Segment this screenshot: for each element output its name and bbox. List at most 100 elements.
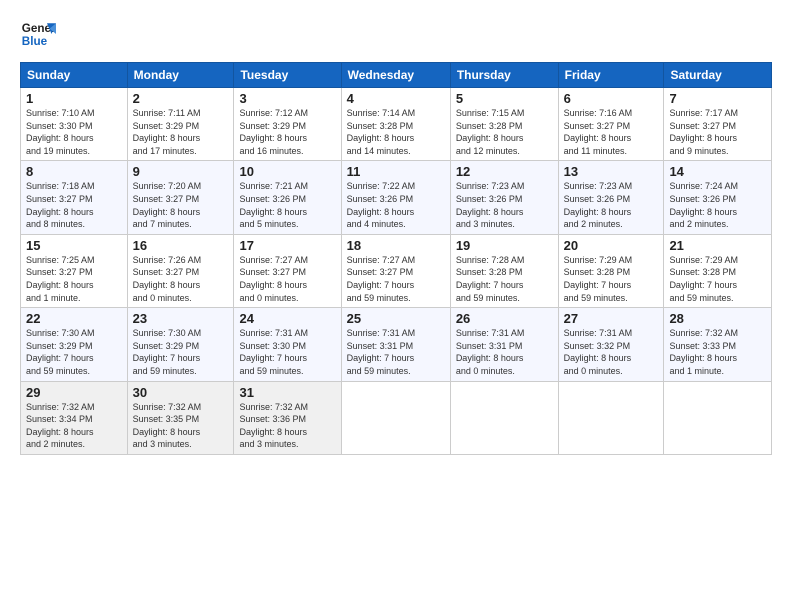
day-number: 5 (456, 91, 553, 106)
day-number: 3 (239, 91, 335, 106)
calendar-cell: 9 Sunrise: 7:20 AMSunset: 3:27 PMDaylight… (127, 161, 234, 234)
cell-info: Sunrise: 7:32 AMSunset: 3:34 PMDaylight:… (26, 402, 95, 450)
cell-info: Sunrise: 7:14 AMSunset: 3:28 PMDaylight:… (347, 108, 416, 156)
calendar-week-1: 1Sunrise: 7:10 AMSunset: 3:30 PMDaylight… (21, 88, 772, 161)
cell-info: Sunrise: 7:27 AMSunset: 3:27 PMDaylight:… (347, 255, 416, 303)
calendar-cell: 18 Sunrise: 7:27 AMSunset: 3:27 PMDayligh… (341, 234, 450, 307)
day-number: 19 (456, 238, 553, 253)
day-number: 21 (669, 238, 766, 253)
calendar-cell (341, 381, 450, 454)
day-number: 13 (564, 164, 659, 179)
day-number: 28 (669, 311, 766, 326)
day-number: 4 (347, 91, 445, 106)
day-number: 26 (456, 311, 553, 326)
day-number: 30 (133, 385, 229, 400)
svg-text:Blue: Blue (22, 35, 48, 48)
calendar-cell: 24Sunrise: 7:31 AMSunset: 3:30 PMDayligh… (234, 308, 341, 381)
calendar-cell (664, 381, 772, 454)
calendar-cell: 2 Sunrise: 7:11 AMSunset: 3:29 PMDaylight… (127, 88, 234, 161)
cell-info: Sunrise: 7:27 AMSunset: 3:27 PMDaylight:… (239, 255, 308, 303)
calendar-week-2: 8 Sunrise: 7:18 AMSunset: 3:27 PMDaylight… (21, 161, 772, 234)
day-number: 31 (239, 385, 335, 400)
calendar-cell: 31 Sunrise: 7:32 AMSunset: 3:36 PMDayligh… (234, 381, 341, 454)
cell-info: Sunrise: 7:23 AMSunset: 3:26 PMDaylight:… (564, 181, 633, 229)
day-number: 7 (669, 91, 766, 106)
cell-info: Sunrise: 7:31 AMSunset: 3:30 PMDaylight:… (239, 328, 308, 376)
cell-info: Sunrise: 7:17 AMSunset: 3:27 PMDaylight:… (669, 108, 738, 156)
day-number: 6 (564, 91, 659, 106)
cell-info: Sunrise: 7:24 AMSunset: 3:26 PMDaylight:… (669, 181, 738, 229)
cell-info: Sunrise: 7:16 AMSunset: 3:27 PMDaylight:… (564, 108, 633, 156)
calendar-cell: 15Sunrise: 7:25 AMSunset: 3:27 PMDayligh… (21, 234, 128, 307)
cell-info: Sunrise: 7:26 AMSunset: 3:27 PMDaylight:… (133, 255, 202, 303)
day-number: 20 (564, 238, 659, 253)
calendar-cell: 20 Sunrise: 7:29 AMSunset: 3:28 PMDayligh… (558, 234, 664, 307)
calendar-cell: 10 Sunrise: 7:21 AMSunset: 3:26 PMDayligh… (234, 161, 341, 234)
calendar-cell: 4 Sunrise: 7:14 AMSunset: 3:28 PMDaylight… (341, 88, 450, 161)
col-sunday: Sunday (21, 63, 128, 88)
calendar-cell: 25 Sunrise: 7:31 AMSunset: 3:31 PMDayligh… (341, 308, 450, 381)
calendar-cell: 27Sunrise: 7:31 AMSunset: 3:32 PMDayligh… (558, 308, 664, 381)
cell-info: Sunrise: 7:29 AMSunset: 3:28 PMDaylight:… (564, 255, 633, 303)
calendar-cell: 11 Sunrise: 7:22 AMSunset: 3:26 PMDayligh… (341, 161, 450, 234)
day-number: 10 (239, 164, 335, 179)
day-number: 2 (133, 91, 229, 106)
calendar-cell (450, 381, 558, 454)
cell-info: Sunrise: 7:30 AMSunset: 3:29 PMDaylight:… (133, 328, 202, 376)
cell-info: Sunrise: 7:32 AMSunset: 3:33 PMDaylight:… (669, 328, 738, 376)
cell-info: Sunrise: 7:29 AMSunset: 3:28 PMDaylight:… (669, 255, 738, 303)
calendar-week-4: 22 Sunrise: 7:30 AMSunset: 3:29 PMDayligh… (21, 308, 772, 381)
cell-info: Sunrise: 7:31 AMSunset: 3:31 PMDaylight:… (347, 328, 416, 376)
calendar-cell: 21 Sunrise: 7:29 AMSunset: 3:28 PMDayligh… (664, 234, 772, 307)
calendar-cell: 30 Sunrise: 7:32 AMSunset: 3:35 PMDayligh… (127, 381, 234, 454)
col-wednesday: Wednesday (341, 63, 450, 88)
calendar-header-row: Sunday Monday Tuesday Wednesday Thursday… (21, 63, 772, 88)
col-tuesday: Tuesday (234, 63, 341, 88)
cell-info: Sunrise: 7:15 AMSunset: 3:28 PMDaylight:… (456, 108, 525, 156)
logo-icon: General Blue (20, 16, 56, 52)
calendar-cell: 1Sunrise: 7:10 AMSunset: 3:30 PMDaylight… (21, 88, 128, 161)
calendar-cell: 3Sunrise: 7:12 AMSunset: 3:29 PMDaylight… (234, 88, 341, 161)
logo: General Blue (20, 16, 56, 52)
col-friday: Friday (558, 63, 664, 88)
calendar-cell: 14 Sunrise: 7:24 AMSunset: 3:26 PMDayligh… (664, 161, 772, 234)
cell-info: Sunrise: 7:23 AMSunset: 3:26 PMDaylight:… (456, 181, 525, 229)
calendar-cell: 22Sunrise: 7:30 AMSunset: 3:29 PMDayligh… (21, 308, 128, 381)
col-thursday: Thursday (450, 63, 558, 88)
calendar-cell: 7 Sunrise: 7:17 AMSunset: 3:27 PMDaylight… (664, 88, 772, 161)
cell-info: Sunrise: 7:32 AMSunset: 3:35 PMDaylight:… (133, 402, 202, 450)
cell-info: Sunrise: 7:31 AMSunset: 3:31 PMDaylight:… (456, 328, 525, 376)
cell-info: Sunrise: 7:18 AMSunset: 3:27 PMDaylight:… (26, 181, 95, 229)
cell-info: Sunrise: 7:11 AMSunset: 3:29 PMDaylight:… (133, 108, 201, 156)
day-number: 25 (347, 311, 445, 326)
cell-info: Sunrise: 7:32 AMSunset: 3:36 PMDaylight:… (239, 402, 308, 450)
calendar: Sunday Monday Tuesday Wednesday Thursday… (20, 62, 772, 455)
cell-info: Sunrise: 7:22 AMSunset: 3:26 PMDaylight:… (347, 181, 416, 229)
calendar-cell: 28 Sunrise: 7:32 AMSunset: 3:33 PMDayligh… (664, 308, 772, 381)
day-number: 12 (456, 164, 553, 179)
cell-info: Sunrise: 7:31 AMSunset: 3:32 PMDaylight:… (564, 328, 633, 376)
cell-info: Sunrise: 7:10 AMSunset: 3:30 PMDaylight:… (26, 108, 95, 156)
calendar-cell: 12 Sunrise: 7:23 AMSunset: 3:26 PMDayligh… (450, 161, 558, 234)
calendar-cell (558, 381, 664, 454)
cell-info: Sunrise: 7:21 AMSunset: 3:26 PMDaylight:… (239, 181, 308, 229)
calendar-week-3: 15Sunrise: 7:25 AMSunset: 3:27 PMDayligh… (21, 234, 772, 307)
day-number: 14 (669, 164, 766, 179)
day-number: 29 (26, 385, 122, 400)
calendar-cell: 8 Sunrise: 7:18 AMSunset: 3:27 PMDaylight… (21, 161, 128, 234)
calendar-cell: 13 Sunrise: 7:23 AMSunset: 3:26 PMDayligh… (558, 161, 664, 234)
day-number: 15 (26, 238, 122, 253)
day-number: 11 (347, 164, 445, 179)
calendar-cell: 16Sunrise: 7:26 AMSunset: 3:27 PMDayligh… (127, 234, 234, 307)
day-number: 18 (347, 238, 445, 253)
calendar-cell: 23Sunrise: 7:30 AMSunset: 3:29 PMDayligh… (127, 308, 234, 381)
page: General Blue Sunday Monday Tuesday Wedne… (0, 0, 792, 612)
col-monday: Monday (127, 63, 234, 88)
day-number: 17 (239, 238, 335, 253)
day-number: 8 (26, 164, 122, 179)
day-number: 9 (133, 164, 229, 179)
cell-info: Sunrise: 7:20 AMSunset: 3:27 PMDaylight:… (133, 181, 202, 229)
calendar-week-5: 29 Sunrise: 7:32 AMSunset: 3:34 PMDayligh… (21, 381, 772, 454)
day-number: 22 (26, 311, 122, 326)
header: General Blue (20, 16, 772, 52)
